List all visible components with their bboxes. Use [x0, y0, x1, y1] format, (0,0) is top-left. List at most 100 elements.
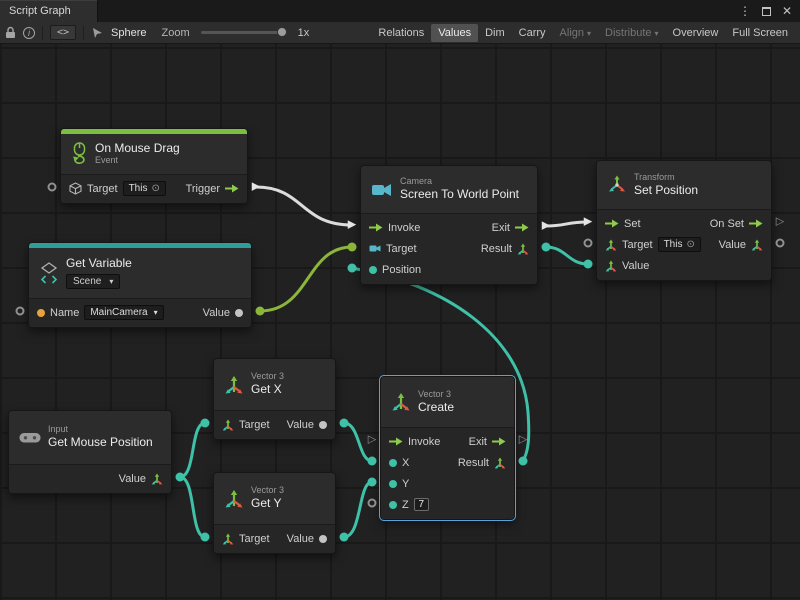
- on-set-port-label: On Set: [710, 218, 744, 230]
- node-get-x[interactable]: Vector 3 Get X Target Value: [213, 358, 336, 440]
- connector-create-x[interactable]: [368, 457, 377, 466]
- connector-setposition-onset[interactable]: ▷: [776, 217, 784, 228]
- node-get-variable[interactable]: Get Variable Scene▾ Name MainCamera▾ Val…: [28, 242, 252, 328]
- close-icon[interactable]: ✕: [782, 5, 792, 17]
- kebab-menu-icon[interactable]: ⋮: [739, 5, 751, 17]
- node-ports: Target Value: [214, 410, 335, 439]
- connector-onmousedrag-trigger[interactable]: ▶: [252, 182, 260, 193]
- connector-stw-position[interactable]: [348, 264, 357, 273]
- string-port-icon: [37, 309, 45, 317]
- vector3-icon: [224, 375, 244, 395]
- connector-create-exit[interactable]: ▷: [519, 435, 527, 446]
- connector-create-invoke[interactable]: ▷: [368, 435, 376, 446]
- connector-stw-invoke[interactable]: ▶: [348, 220, 356, 231]
- value-port-label: Value: [287, 419, 314, 431]
- window-controls: ⋮ ✕: [739, 0, 800, 22]
- graph-canvas[interactable]: On Mouse Drag Event Target This⊙ Trigger: [0, 44, 800, 600]
- target-port-label: Target: [386, 243, 417, 255]
- connector-getx-value[interactable]: [340, 419, 349, 428]
- target-port-label: Target: [87, 183, 118, 195]
- maximize-icon[interactable]: [762, 7, 771, 16]
- dim-button[interactable]: Dim: [478, 24, 512, 42]
- script-graph-window: Script Graph ⋮ ✕ i <> Sphere Zoom 1x Rel…: [0, 0, 800, 600]
- connector-getx-target[interactable]: [201, 419, 210, 428]
- connector-stw-result[interactable]: [542, 243, 551, 252]
- fullscreen-button[interactable]: Full Screen: [725, 24, 795, 42]
- z-value-field[interactable]: 7: [414, 498, 429, 511]
- connector-setposition-target[interactable]: [584, 239, 593, 248]
- object-picker-icon[interactable]: ⊙: [686, 240, 694, 250]
- wire-exit-to-set[interactable]: [546, 222, 588, 226]
- node-title: Get X: [251, 383, 284, 397]
- node-title: Get Y: [251, 497, 284, 511]
- wire-result-to-value[interactable]: [546, 247, 588, 264]
- values-button[interactable]: Values: [431, 24, 478, 42]
- gamepad-icon: [19, 431, 41, 444]
- this-object-chip[interactable]: This⊙: [123, 181, 166, 196]
- target-port-label: Target: [239, 533, 270, 545]
- node-subtitle: Event: [95, 156, 180, 166]
- node-vector3-create[interactable]: Vector 3 Create Invoke Exit: [380, 376, 515, 520]
- zoom-slider[interactable]: [201, 31, 287, 34]
- code-preview-button[interactable]: <>: [50, 25, 76, 40]
- connector-create-result[interactable]: [519, 457, 528, 466]
- connector-setposition-value-in[interactable]: [584, 260, 593, 269]
- info-icon[interactable]: i: [23, 27, 35, 39]
- lock-icon[interactable]: [5, 26, 16, 39]
- wire-trigger-to-invoke[interactable]: [256, 187, 352, 225]
- value-out-port-label: Value: [719, 239, 746, 251]
- connector-gety-target[interactable]: [201, 533, 210, 542]
- wire-variable-to-target[interactable]: [260, 247, 352, 311]
- node-on-mouse-drag[interactable]: On Mouse Drag Event Target This⊙ Trigger: [60, 128, 248, 204]
- overview-button[interactable]: Overview: [666, 24, 726, 42]
- vector3-icon: [391, 392, 411, 412]
- connector-setposition-set[interactable]: ▶: [584, 217, 592, 228]
- connector-getvariable-name[interactable]: [16, 307, 25, 316]
- object-picker-icon[interactable]: ⊙: [151, 184, 159, 194]
- tab-script-graph[interactable]: Script Graph: [0, 0, 98, 22]
- graph-context-label[interactable]: Sphere: [111, 27, 146, 39]
- node-header: Input Get Mouse Position: [9, 411, 171, 464]
- variable-scope-dropdown[interactable]: Scene▾: [66, 274, 120, 289]
- align-button[interactable]: Align▾: [553, 24, 598, 42]
- node-type-label: Vector 3: [251, 486, 284, 496]
- value-port-icon: [319, 421, 327, 429]
- exit-port-label: Exit: [469, 436, 487, 448]
- connector-gety-value[interactable]: [340, 533, 349, 542]
- value-port-icon: [319, 535, 327, 543]
- connector-getvariable-value[interactable]: [256, 307, 265, 316]
- name-port-label: Name: [50, 307, 79, 319]
- trigger-port-label: Trigger: [186, 183, 220, 195]
- flow-arrow-icon: [515, 223, 529, 232]
- node-get-mouse-position[interactable]: Input Get Mouse Position Value: [8, 410, 172, 494]
- variable-name-field[interactable]: MainCamera▾: [84, 305, 163, 320]
- connector-stw-exit[interactable]: ▶: [542, 221, 550, 232]
- node-title: Screen To World Point: [400, 188, 519, 202]
- position-port-label: Position: [382, 264, 421, 276]
- distribute-button[interactable]: Distribute▾: [598, 24, 665, 42]
- relations-button[interactable]: Relations: [371, 24, 431, 42]
- connector-create-y[interactable]: [368, 478, 377, 487]
- vector3-port-icon: [151, 473, 163, 485]
- connector-create-z[interactable]: [368, 499, 377, 508]
- connector-onmousedrag-target[interactable]: [48, 183, 57, 192]
- connector-getmouseposition-value[interactable]: [176, 473, 185, 482]
- flow-arrow-icon: [605, 219, 619, 228]
- zoom-slider-handle[interactable]: [277, 27, 287, 37]
- connector-stw-target[interactable]: [348, 243, 357, 252]
- vector3-port-icon: [751, 239, 763, 251]
- chevron-down-icon: ▾: [587, 29, 591, 38]
- wire-gety-to-y[interactable]: [344, 482, 372, 537]
- wire-mouse-to-getx[interactable]: [180, 423, 205, 477]
- carry-button[interactable]: Carry: [512, 24, 553, 42]
- node-screen-to-world-point[interactable]: Camera Screen To World Point Invoke Exit: [360, 165, 538, 285]
- wire-mouse-to-gety[interactable]: [180, 477, 205, 537]
- node-get-y[interactable]: Vector 3 Get Y Target Value: [213, 472, 336, 554]
- vector3-dot-icon: [369, 266, 377, 274]
- toolbar-separator: [83, 26, 84, 40]
- connector-setposition-value-out[interactable]: [776, 239, 785, 248]
- this-object-chip[interactable]: This⊙: [658, 237, 701, 252]
- node-set-position[interactable]: Transform Set Position Set On Set: [596, 160, 772, 281]
- node-ports: Name MainCamera▾ Value: [29, 298, 251, 327]
- vector3-dot-icon: [389, 459, 397, 467]
